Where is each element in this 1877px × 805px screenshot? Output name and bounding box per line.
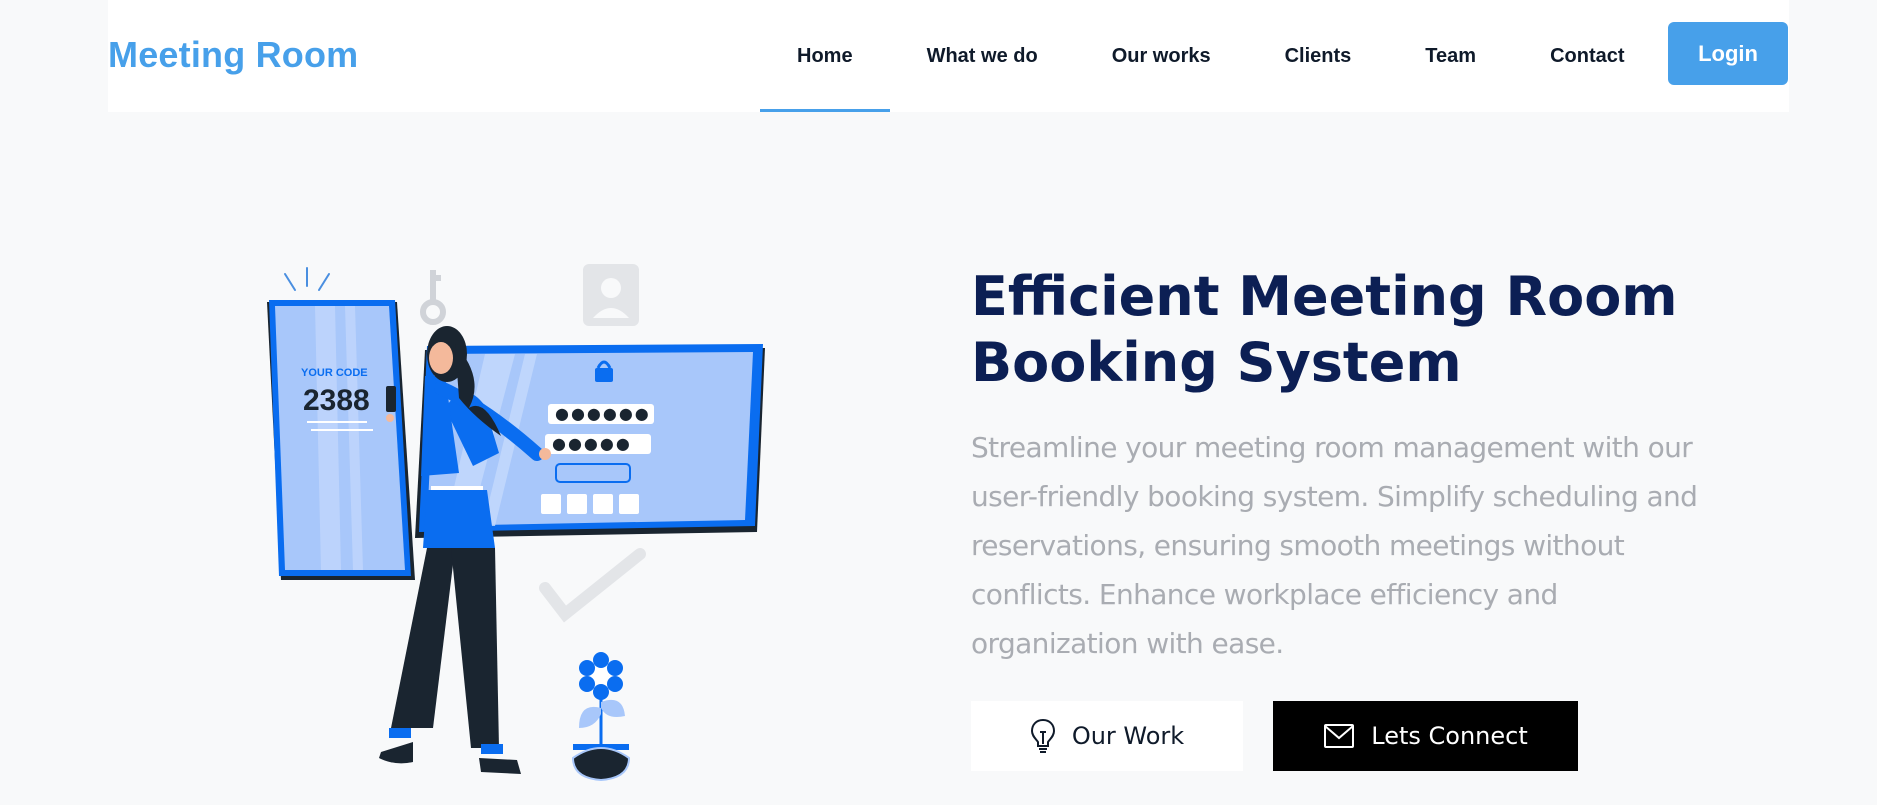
hero-title: Efficient Meeting Room Booking System bbox=[971, 264, 1771, 396]
login-button[interactable]: Login bbox=[1668, 22, 1788, 85]
hero-title-line-1: Efficient Meeting Room bbox=[971, 265, 1678, 328]
svg-text:●●●●●: ●●●●● bbox=[552, 434, 632, 453]
nav-item-home[interactable]: Home bbox=[760, 0, 890, 112]
flower-plant-icon bbox=[571, 652, 631, 782]
hero-illustration: ●●●●●● ●●●●● YOUR CODE 2388 bbox=[267, 264, 765, 782]
phone-device: YOUR CODE 2388 bbox=[267, 300, 415, 580]
our-work-button[interactable]: Our Work bbox=[971, 701, 1243, 771]
nav-item-our-works[interactable]: Our works bbox=[1075, 0, 1248, 112]
svg-text:●●●●●●: ●●●●●● bbox=[555, 404, 651, 423]
main-nav: Home What we do Our works Clients Team C… bbox=[760, 0, 1662, 112]
nav-item-contact[interactable]: Contact bbox=[1513, 0, 1661, 112]
code-value: 2388 bbox=[303, 384, 370, 417]
hero-title-line-2: Booking System bbox=[971, 331, 1462, 394]
nav-item-team[interactable]: Team bbox=[1388, 0, 1513, 112]
envelope-icon bbox=[1323, 723, 1355, 749]
profile-card-icon bbox=[583, 264, 639, 326]
hero-description: Streamline your meeting room management … bbox=[971, 431, 1698, 660]
checkmark-icon bbox=[539, 548, 646, 623]
key-icon bbox=[420, 270, 446, 325]
brand-logo[interactable]: Meeting Room bbox=[108, 34, 358, 76]
code-label: YOUR CODE bbox=[301, 367, 368, 379]
lets-connect-label: Lets Connect bbox=[1371, 722, 1528, 750]
sparkle-icon bbox=[284, 267, 330, 291]
nav-item-what-we-do[interactable]: What we do bbox=[890, 0, 1075, 112]
site-header: Meeting Room Home What we do Our works C… bbox=[108, 0, 1789, 112]
lets-connect-button[interactable]: Lets Connect bbox=[1273, 701, 1578, 771]
lightbulb-icon bbox=[1030, 718, 1056, 754]
nav-item-clients[interactable]: Clients bbox=[1248, 0, 1389, 112]
our-work-label: Our Work bbox=[1071, 722, 1185, 750]
